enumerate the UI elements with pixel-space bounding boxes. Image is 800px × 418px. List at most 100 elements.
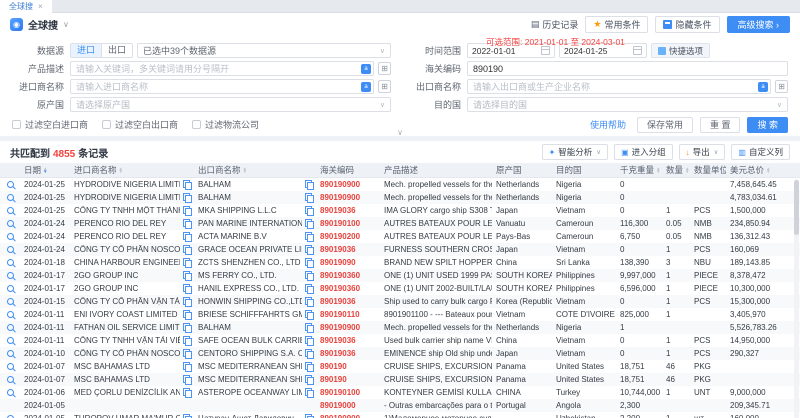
table-row[interactable]: 2024-01-25HYDRODIVE NIGERIA LIMITEDBALHA… (0, 178, 800, 191)
search-row-icon[interactable] (7, 181, 14, 188)
copy-icon[interactable] (305, 245, 314, 255)
copy-icon[interactable] (305, 336, 314, 346)
custom-columns-button[interactable]: ▥ 自定义列 (731, 144, 790, 160)
table-row[interactable]: 2024-01-11ENI IVORY COAST LIMITEDBRIESE … (0, 308, 800, 321)
sort-icon[interactable]: ▲▼ (766, 167, 771, 174)
filter-blank-exporter-checkbox[interactable]: 过滤空白出口商 (102, 118, 178, 131)
copy-icon[interactable] (305, 362, 314, 372)
copy-icon[interactable] (183, 180, 192, 190)
col-header-weight[interactable]: 千克重量▲▼ (616, 164, 662, 176)
copy-icon[interactable] (305, 258, 314, 268)
filter-logistics-checkbox[interactable]: 过滤物流公司 (192, 118, 259, 131)
copy-icon[interactable] (183, 349, 192, 359)
copy-icon[interactable] (183, 206, 192, 216)
scrollbar-thumb[interactable] (794, 180, 799, 235)
sort-icon[interactable]: ▲▼ (43, 167, 48, 174)
col-header-qty[interactable]: 数量▲▼ (662, 164, 690, 176)
collapse-filter-chevron[interactable]: ∨ (397, 130, 403, 136)
dest-country-select[interactable]: 请选择目的国 ∨ (467, 97, 788, 112)
copy-icon[interactable] (305, 349, 314, 359)
copy-icon[interactable] (183, 297, 192, 307)
table-row[interactable]: 2024-01-05TUROPOV UMAR MA'MUR O'G'LIЦату… (0, 412, 800, 418)
col-header-usd[interactable]: 美元总价▲▼ (726, 164, 792, 176)
table-row[interactable]: 2024-01-11CÔNG TY TNHH VẬN TẢI VIỆT THUẬ… (0, 334, 800, 347)
table-row[interactable]: 2024-01-24CÔNG TY CỔ PHẦN NOSCO SHIPYARD… (0, 243, 800, 256)
copy-icon[interactable] (183, 414, 192, 418)
copy-icon[interactable] (305, 271, 314, 281)
sort-icon[interactable]: ▲▼ (243, 167, 248, 174)
search-row-icon[interactable] (7, 298, 14, 305)
export-button[interactable]: ↓ 导出 ∨ (679, 144, 726, 160)
copy-icon[interactable] (183, 375, 192, 385)
origin-country-select[interactable]: 请选择原产国 ∨ (70, 97, 391, 112)
copy-icon[interactable] (183, 271, 192, 281)
table-row[interactable]: 2024-01-10CÔNG TY CỔ PHẦN NOSCO SHIPYARD… (0, 347, 800, 360)
table-row[interactable]: 2024-01-24PERENCO RIO DEL REYACTA MARINE… (0, 230, 800, 243)
col-header-importer[interactable]: 进口商名称▲▼ (70, 164, 194, 176)
exporter-input[interactable] (467, 79, 771, 94)
scrollbar[interactable] (794, 179, 799, 418)
tab-global-search[interactable]: 全球搜 × (0, 0, 52, 13)
search-row-icon[interactable] (7, 376, 14, 383)
copy-icon[interactable] (183, 284, 192, 294)
copy-icon[interactable] (183, 232, 192, 242)
search-row-icon[interactable] (7, 233, 14, 240)
hs-code-input[interactable] (467, 61, 788, 76)
sort-icon[interactable]: ▲▼ (656, 167, 661, 174)
sort-icon[interactable]: ▲▼ (685, 167, 690, 174)
col-header-exporter[interactable]: 出口商名称▲▼ (194, 164, 316, 176)
table-row[interactable]: 2024-01-24PERENCO RIO DEL REYPAN MARINE … (0, 217, 800, 230)
copy-icon[interactable] (183, 258, 192, 268)
help-link[interactable]: 使用帮助 (590, 118, 626, 131)
search-row-icon[interactable] (7, 220, 14, 227)
data-source-select[interactable]: 已选中39个数据源 ∨ (137, 43, 391, 58)
table-row[interactable]: 2024-01-18CHINA HARBOUR ENGINEERING CO L… (0, 256, 800, 269)
translate-icon[interactable]: a (758, 82, 768, 92)
search-row-icon[interactable] (7, 363, 14, 370)
table-row[interactable]: 2024-01-15CÔNG TY CỔ PHẦN VẬN TẢI VÀ TIẾ… (0, 295, 800, 308)
table-row[interactable]: 2024-01-25CÔNG TY TNHH MỘT THÀNH VIÊN ĐÔ… (0, 204, 800, 217)
search-row-icon[interactable] (7, 272, 14, 279)
table-row[interactable]: 2024-01-172GO GROUP INCHANIL EXPRESS CO.… (0, 282, 800, 295)
history-button[interactable]: ▤ 历史记录 (531, 18, 579, 31)
enter-group-button[interactable]: ▣ 进入分组 (614, 144, 673, 160)
batch-input-icon[interactable]: ⊞ (775, 80, 788, 93)
search-row-icon[interactable] (7, 259, 14, 266)
translate-icon[interactable]: a (361, 82, 371, 92)
copy-icon[interactable] (305, 284, 314, 294)
favorites-button[interactable]: ★ 常用条件 (585, 16, 648, 33)
quick-options-button[interactable]: 快捷选项 (651, 43, 710, 58)
table-row[interactable]: 2024-01-06MED ÇORLU DENİZCİLİK ANONİM Şİ… (0, 386, 800, 399)
advanced-search-button[interactable]: 高级搜索 › (727, 16, 791, 33)
table-row[interactable]: 2024-01-25HYDRODIVE NIGERIA LIMITEDBALHA… (0, 191, 800, 204)
import-toggle[interactable]: 进口 (71, 44, 102, 57)
copy-icon[interactable] (183, 362, 192, 372)
reset-button[interactable]: 重 置 (700, 117, 741, 133)
search-row-icon[interactable] (7, 311, 14, 318)
copy-icon[interactable] (305, 219, 314, 229)
translate-icon[interactable]: a (361, 64, 371, 74)
search-button[interactable]: 搜 索 (747, 117, 788, 133)
search-row-icon[interactable] (7, 285, 14, 292)
table-row[interactable]: 2024-01-07MSC BAHAMAS LTDMSC MEDITERRANE… (0, 373, 800, 386)
col-header-date[interactable]: 日期▲▼ (20, 164, 70, 176)
copy-icon[interactable] (305, 414, 314, 418)
export-toggle[interactable]: 出口 (102, 44, 132, 57)
chevron-down-icon[interactable]: ∨ (63, 20, 69, 29)
importer-input[interactable] (70, 79, 374, 94)
table-row[interactable]: 2024-01-11FATHAN OIL SERVICE LIMITEDBALH… (0, 321, 800, 334)
copy-icon[interactable] (183, 310, 192, 320)
copy-icon[interactable] (183, 219, 192, 229)
copy-icon[interactable] (305, 206, 314, 216)
search-row-icon[interactable] (7, 246, 14, 253)
copy-icon[interactable] (305, 310, 314, 320)
chevron-down-icon[interactable]: ∨ (714, 148, 719, 156)
copy-icon[interactable] (183, 193, 192, 203)
copy-icon[interactable] (305, 180, 314, 190)
copy-icon[interactable] (305, 388, 314, 398)
copy-icon[interactable] (183, 245, 192, 255)
copy-icon[interactable] (305, 297, 314, 307)
search-row-icon[interactable] (7, 324, 14, 331)
copy-icon[interactable] (305, 323, 314, 333)
batch-input-icon[interactable]: ⊞ (378, 80, 391, 93)
